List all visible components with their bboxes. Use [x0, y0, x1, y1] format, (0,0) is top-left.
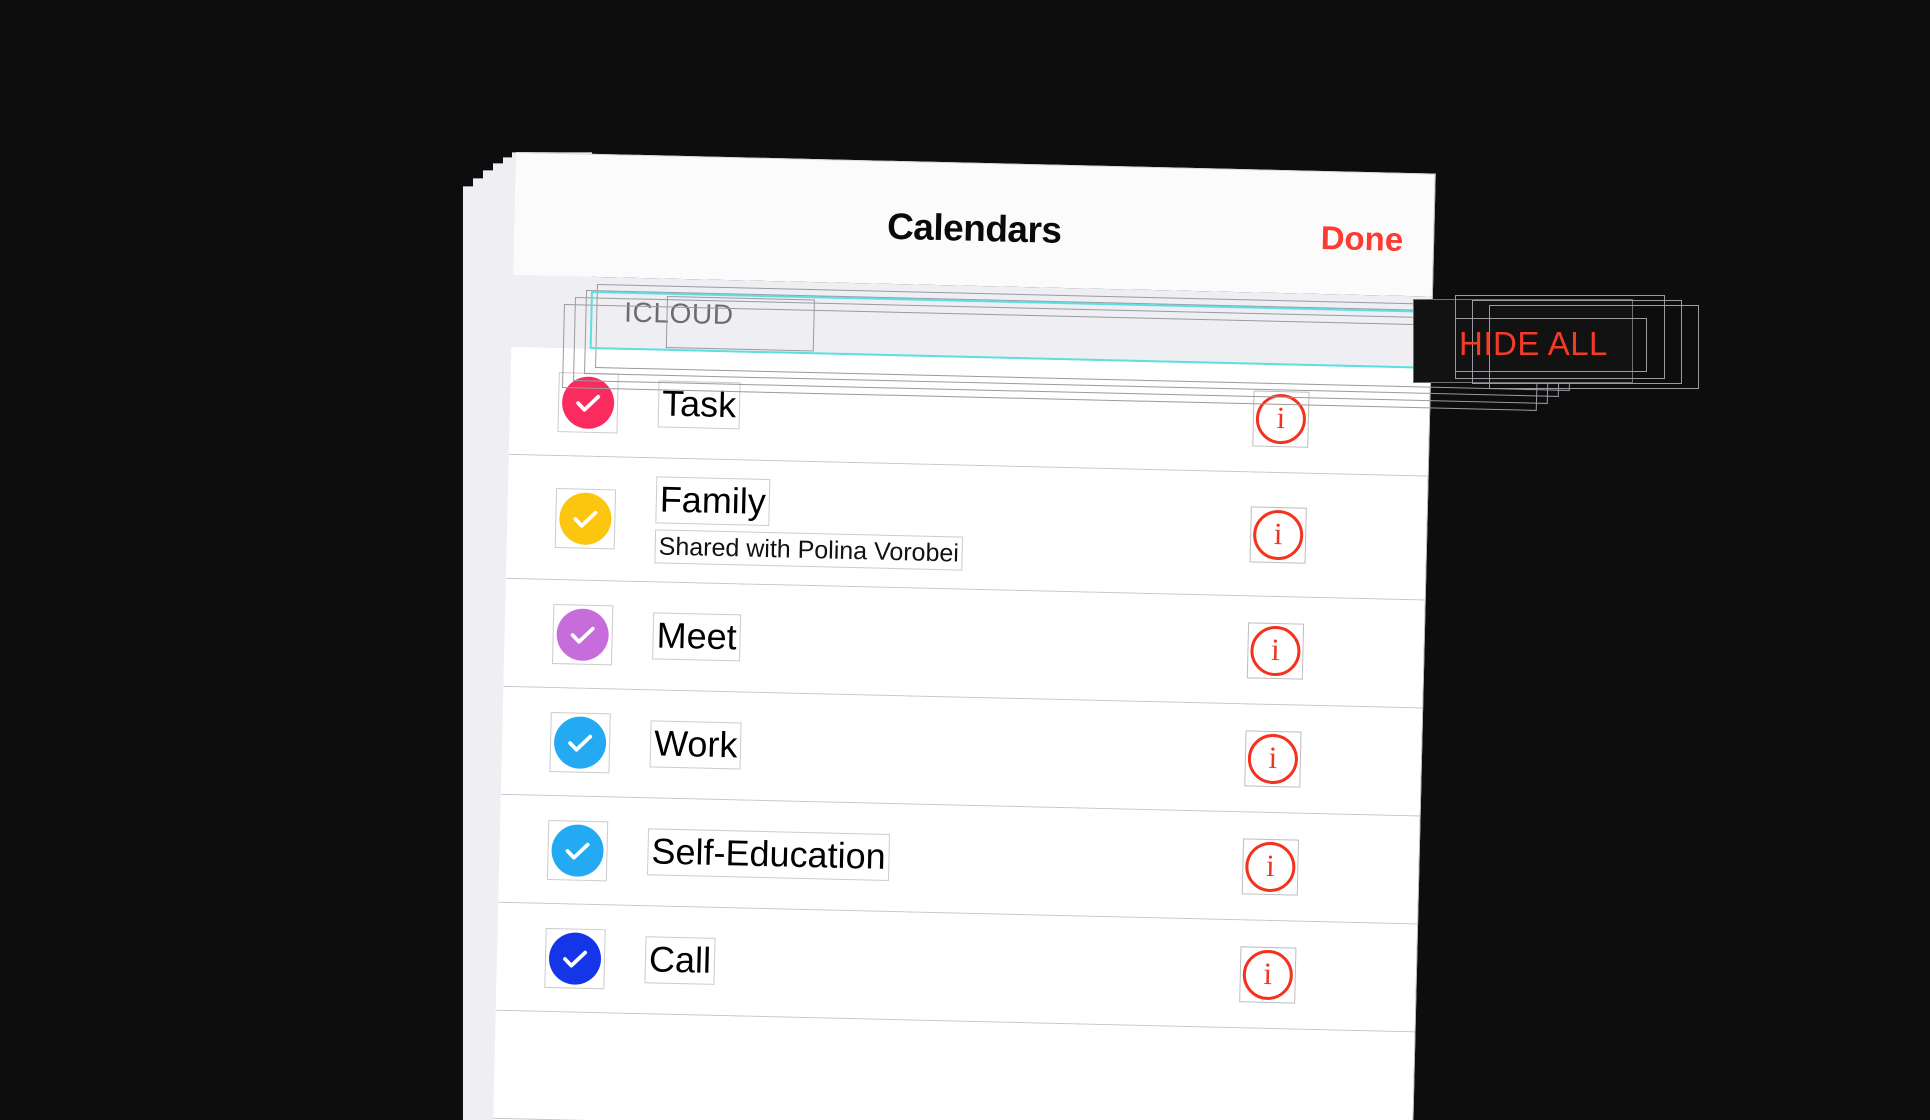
info-button[interactable]: i	[1246, 621, 1305, 680]
info-button[interactable]: i	[1241, 837, 1300, 896]
info-button[interactable]: i	[1244, 729, 1302, 788]
calendar-shared-subtitle: Shared with Polina Vorobei	[654, 529, 964, 571]
info-circle-icon: i	[1255, 393, 1307, 445]
screen-root: Calendars Done ICLOUD Task i Family Shar…	[0, 0, 1930, 1120]
list-item[interactable]: Call i	[495, 902, 1418, 1033]
info-button[interactable]: i	[1239, 945, 1297, 1004]
info-button[interactable]: i	[1249, 505, 1307, 564]
calendar-name: Work	[649, 720, 742, 770]
calendar-color-toggle[interactable]	[557, 371, 619, 433]
calendar-name: Call	[644, 936, 716, 985]
checkmark-icon	[550, 823, 605, 877]
list-item-text-block: Self-Education	[646, 798, 1219, 918]
calendar-color-toggle[interactable]	[544, 927, 606, 989]
calendar-color-toggle[interactable]	[551, 603, 614, 665]
list-item-text-block: Family Shared with Polina Vorobei	[654, 458, 1228, 594]
list-item-text-block: Work	[649, 690, 1222, 810]
list-item[interactable]: Task i	[508, 346, 1431, 477]
info-button[interactable]: i	[1252, 389, 1310, 448]
list-item[interactable]: Work i	[500, 686, 1423, 817]
info-circle-icon: i	[1249, 624, 1302, 677]
info-circle-icon: i	[1244, 840, 1296, 893]
checkmark-icon	[548, 931, 602, 985]
info-circle-icon: i	[1252, 508, 1304, 561]
info-circle-icon: i	[1247, 732, 1299, 785]
list-item-text-block: Task	[657, 350, 1230, 470]
calendar-name: Family	[655, 476, 771, 526]
calendar-color-toggle[interactable]	[546, 819, 609, 881]
hide-all-button[interactable]: HIDE ALL	[1459, 325, 1608, 363]
calendar-color-toggle[interactable]	[554, 487, 617, 549]
calendar-name: Task	[657, 380, 741, 430]
calendar-color-toggle[interactable]	[549, 711, 611, 773]
calendar-name: Meet	[652, 612, 742, 662]
list-item-text-block: Meet	[651, 582, 1224, 702]
done-button[interactable]: Done	[1320, 219, 1403, 259]
page-title: Calendars	[886, 205, 1062, 251]
navigation-bar: Calendars Done	[513, 152, 1436, 297]
calendar-name: Self-Education	[647, 828, 891, 881]
checkmark-icon	[556, 607, 610, 661]
list-item[interactable]: Meet i	[503, 578, 1425, 709]
checkmark-icon	[558, 491, 612, 545]
calendars-modal-card: Calendars Done ICLOUD Task i Family Shar…	[492, 152, 1436, 1120]
info-circle-icon: i	[1242, 948, 1294, 1001]
checkmark-icon	[553, 715, 607, 769]
calendar-list: Task i Family Shared with Polina Vorobei	[492, 346, 1432, 1120]
checkmark-icon	[561, 375, 615, 429]
section-header-label: ICLOUD	[623, 296, 734, 331]
list-item-text-block: Call	[644, 906, 1217, 1026]
list-item[interactable]: Self-Education i	[498, 794, 1420, 925]
list-item[interactable]: Family Shared with Polina Vorobei i	[505, 454, 1428, 601]
